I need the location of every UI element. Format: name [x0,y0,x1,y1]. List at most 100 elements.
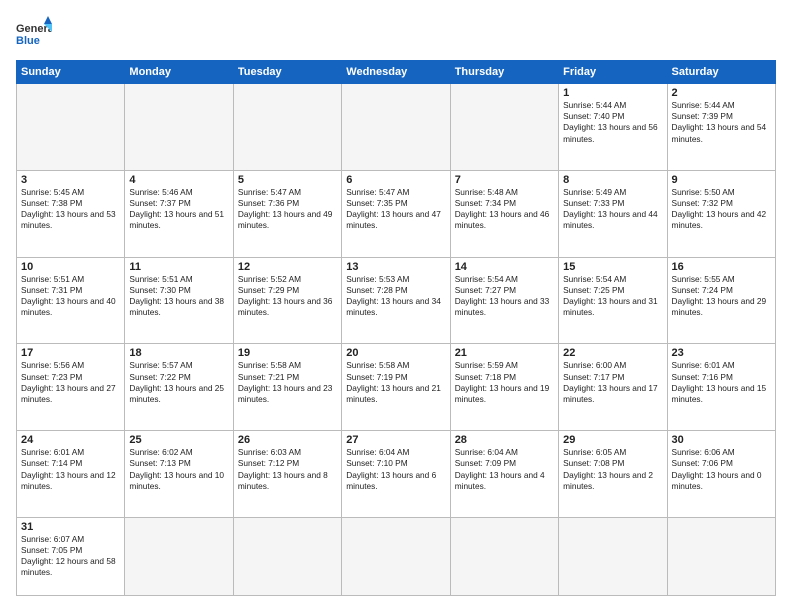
day-number: 7 [455,174,554,186]
day-number: 21 [455,347,554,359]
day-number: 20 [346,347,445,359]
day-info: Sunrise: 5:54 AMSunset: 7:27 PMDaylight:… [455,274,554,319]
day-number: 2 [672,87,771,99]
calendar-cell: 7Sunrise: 5:48 AMSunset: 7:34 PMDaylight… [450,170,558,257]
calendar-cell [125,517,233,595]
calendar-cell: 26Sunrise: 6:03 AMSunset: 7:12 PMDayligh… [233,431,341,518]
day-info: Sunrise: 5:48 AMSunset: 7:34 PMDaylight:… [455,187,554,232]
calendar-cell: 14Sunrise: 5:54 AMSunset: 7:27 PMDayligh… [450,257,558,344]
day-info: Sunrise: 5:59 AMSunset: 7:18 PMDaylight:… [455,360,554,405]
calendar-cell [17,84,125,171]
day-number: 31 [21,521,120,533]
day-info: Sunrise: 5:51 AMSunset: 7:30 PMDaylight:… [129,274,228,319]
day-number: 4 [129,174,228,186]
calendar-cell: 5Sunrise: 5:47 AMSunset: 7:36 PMDaylight… [233,170,341,257]
day-info: Sunrise: 6:02 AMSunset: 7:13 PMDaylight:… [129,447,228,492]
day-info: Sunrise: 6:01 AMSunset: 7:14 PMDaylight:… [21,447,120,492]
calendar-cell: 17Sunrise: 5:56 AMSunset: 7:23 PMDayligh… [17,344,125,431]
day-number: 19 [238,347,337,359]
day-number: 26 [238,434,337,446]
weekday-header-friday: Friday [559,61,667,84]
day-info: Sunrise: 6:04 AMSunset: 7:10 PMDaylight:… [346,447,445,492]
day-number: 1 [563,87,662,99]
day-info: Sunrise: 6:05 AMSunset: 7:08 PMDaylight:… [563,447,662,492]
day-number: 3 [21,174,120,186]
calendar-cell: 15Sunrise: 5:54 AMSunset: 7:25 PMDayligh… [559,257,667,344]
calendar-week-3: 10Sunrise: 5:51 AMSunset: 7:31 PMDayligh… [17,257,776,344]
weekday-header-monday: Monday [125,61,233,84]
day-info: Sunrise: 5:54 AMSunset: 7:25 PMDaylight:… [563,274,662,319]
day-info: Sunrise: 5:45 AMSunset: 7:38 PMDaylight:… [21,187,120,232]
calendar-cell [450,84,558,171]
day-info: Sunrise: 5:51 AMSunset: 7:31 PMDaylight:… [21,274,120,319]
calendar-cell: 28Sunrise: 6:04 AMSunset: 7:09 PMDayligh… [450,431,558,518]
calendar-cell: 4Sunrise: 5:46 AMSunset: 7:37 PMDaylight… [125,170,233,257]
calendar-cell: 22Sunrise: 6:00 AMSunset: 7:17 PMDayligh… [559,344,667,431]
day-info: Sunrise: 5:53 AMSunset: 7:28 PMDaylight:… [346,274,445,319]
weekday-header-row: SundayMondayTuesdayWednesdayThursdayFrid… [17,61,776,84]
calendar-week-2: 3Sunrise: 5:45 AMSunset: 7:38 PMDaylight… [17,170,776,257]
weekday-header-tuesday: Tuesday [233,61,341,84]
calendar-cell [667,517,775,595]
calendar-cell: 25Sunrise: 6:02 AMSunset: 7:13 PMDayligh… [125,431,233,518]
day-info: Sunrise: 6:00 AMSunset: 7:17 PMDaylight:… [563,360,662,405]
day-info: Sunrise: 5:44 AMSunset: 7:39 PMDaylight:… [672,100,771,145]
day-number: 18 [129,347,228,359]
day-number: 25 [129,434,228,446]
calendar-cell: 19Sunrise: 5:58 AMSunset: 7:21 PMDayligh… [233,344,341,431]
day-number: 12 [238,261,337,273]
day-info: Sunrise: 5:56 AMSunset: 7:23 PMDaylight:… [21,360,120,405]
day-info: Sunrise: 5:52 AMSunset: 7:29 PMDaylight:… [238,274,337,319]
calendar-cell [559,517,667,595]
day-number: 17 [21,347,120,359]
calendar-cell: 18Sunrise: 5:57 AMSunset: 7:22 PMDayligh… [125,344,233,431]
calendar-cell: 23Sunrise: 6:01 AMSunset: 7:16 PMDayligh… [667,344,775,431]
day-info: Sunrise: 5:49 AMSunset: 7:33 PMDaylight:… [563,187,662,232]
calendar-cell: 1Sunrise: 5:44 AMSunset: 7:40 PMDaylight… [559,84,667,171]
calendar-cell: 13Sunrise: 5:53 AMSunset: 7:28 PMDayligh… [342,257,450,344]
day-number: 11 [129,261,228,273]
day-info: Sunrise: 5:44 AMSunset: 7:40 PMDaylight:… [563,100,662,145]
calendar-week-4: 17Sunrise: 5:56 AMSunset: 7:23 PMDayligh… [17,344,776,431]
logo: General Blue [16,16,52,52]
day-info: Sunrise: 6:01 AMSunset: 7:16 PMDaylight:… [672,360,771,405]
calendar-cell: 11Sunrise: 5:51 AMSunset: 7:30 PMDayligh… [125,257,233,344]
calendar-cell: 24Sunrise: 6:01 AMSunset: 7:14 PMDayligh… [17,431,125,518]
day-number: 9 [672,174,771,186]
calendar-cell [125,84,233,171]
day-number: 22 [563,347,662,359]
day-number: 15 [563,261,662,273]
weekday-header-saturday: Saturday [667,61,775,84]
calendar-cell: 6Sunrise: 5:47 AMSunset: 7:35 PMDaylight… [342,170,450,257]
day-number: 8 [563,174,662,186]
calendar-cell: 2Sunrise: 5:44 AMSunset: 7:39 PMDaylight… [667,84,775,171]
calendar-week-6: 31Sunrise: 6:07 AMSunset: 7:05 PMDayligh… [17,517,776,595]
day-number: 23 [672,347,771,359]
calendar-cell: 20Sunrise: 5:58 AMSunset: 7:19 PMDayligh… [342,344,450,431]
calendar-week-5: 24Sunrise: 6:01 AMSunset: 7:14 PMDayligh… [17,431,776,518]
calendar-cell: 29Sunrise: 6:05 AMSunset: 7:08 PMDayligh… [559,431,667,518]
calendar-cell: 3Sunrise: 5:45 AMSunset: 7:38 PMDaylight… [17,170,125,257]
day-info: Sunrise: 5:55 AMSunset: 7:24 PMDaylight:… [672,274,771,319]
day-info: Sunrise: 5:47 AMSunset: 7:35 PMDaylight:… [346,187,445,232]
calendar-cell [342,517,450,595]
calendar-cell: 9Sunrise: 5:50 AMSunset: 7:32 PMDaylight… [667,170,775,257]
weekday-header-thursday: Thursday [450,61,558,84]
day-number: 30 [672,434,771,446]
day-info: Sunrise: 5:58 AMSunset: 7:19 PMDaylight:… [346,360,445,405]
calendar-cell: 16Sunrise: 5:55 AMSunset: 7:24 PMDayligh… [667,257,775,344]
day-number: 16 [672,261,771,273]
day-number: 5 [238,174,337,186]
calendar-cell: 27Sunrise: 6:04 AMSunset: 7:10 PMDayligh… [342,431,450,518]
day-info: Sunrise: 5:58 AMSunset: 7:21 PMDaylight:… [238,360,337,405]
day-number: 24 [21,434,120,446]
calendar-cell [342,84,450,171]
weekday-header-wednesday: Wednesday [342,61,450,84]
day-info: Sunrise: 5:46 AMSunset: 7:37 PMDaylight:… [129,187,228,232]
day-number: 28 [455,434,554,446]
calendar-cell: 30Sunrise: 6:06 AMSunset: 7:06 PMDayligh… [667,431,775,518]
svg-text:Blue: Blue [16,35,40,47]
calendar-cell: 12Sunrise: 5:52 AMSunset: 7:29 PMDayligh… [233,257,341,344]
day-info: Sunrise: 5:50 AMSunset: 7:32 PMDaylight:… [672,187,771,232]
day-number: 27 [346,434,445,446]
